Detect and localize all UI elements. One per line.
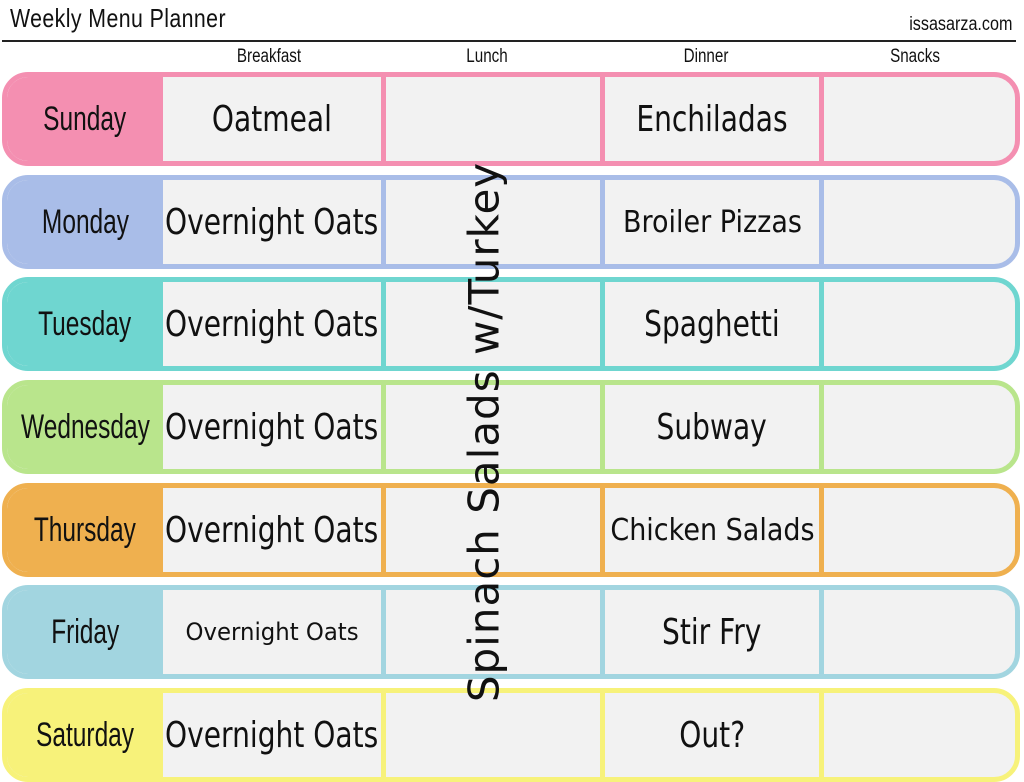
day-name: Friday xyxy=(50,612,120,651)
column-divider xyxy=(600,180,605,264)
column-divider xyxy=(819,180,824,264)
snacks-cell-tuesday[interactable] xyxy=(824,282,1015,366)
dinner-text: Subway xyxy=(656,406,768,448)
lunch-all-week-text: Spinach Salads w/Turkey xyxy=(459,161,509,703)
dinner-cell-wednesday[interactable]: Subway xyxy=(605,385,819,469)
day-name: Tuesday xyxy=(38,304,132,343)
day-label-friday: Friday xyxy=(7,590,163,674)
dinner-text: Out? xyxy=(679,714,745,756)
breakfast-cell-wednesday[interactable]: Overnight Oats xyxy=(163,385,381,469)
breakfast-cell-monday[interactable]: Overnight Oats xyxy=(163,180,381,264)
dinner-cell-thursday[interactable]: Chicken Salads xyxy=(605,488,819,572)
column-divider xyxy=(819,488,824,572)
column-divider xyxy=(381,77,386,161)
breakfast-text: Overnight Oats xyxy=(165,201,379,243)
snacks-cell-sunday[interactable] xyxy=(824,77,1015,161)
day-name: Saturday xyxy=(36,715,134,754)
dinner-cell-sunday[interactable]: Enchiladas xyxy=(605,77,819,161)
lunch-cell-saturday[interactable] xyxy=(386,693,600,777)
dinner-text: Enchiladas xyxy=(636,98,788,140)
breakfast-text: Overnight Oats xyxy=(165,406,379,448)
snacks-cell-thursday[interactable] xyxy=(824,488,1015,572)
breakfast-cell-friday[interactable]: Overnight Oats xyxy=(163,590,381,674)
column-divider xyxy=(600,385,605,469)
breakfast-text: Overnight Oats xyxy=(165,303,379,345)
day-name: Monday xyxy=(41,202,129,241)
day-name: Thursday xyxy=(33,510,137,549)
day-label-saturday: Saturday xyxy=(7,693,163,777)
day-label-sunday: Sunday xyxy=(7,77,163,161)
column-divider xyxy=(819,77,824,161)
day-row-saturday: Saturday Overnight Oats Out? xyxy=(2,688,1020,782)
day-label-wednesday: Wednesday xyxy=(7,385,163,469)
day-name: Sunday xyxy=(43,99,127,138)
day-row-thursday: Thursday Overnight Oats Chicken Salads xyxy=(2,483,1020,577)
column-divider xyxy=(381,590,386,674)
website-label: issasarza.com xyxy=(908,14,1012,35)
dinner-text: Broiler Pizzas xyxy=(622,204,802,240)
column-divider xyxy=(381,180,386,264)
column-divider xyxy=(600,488,605,572)
planner-title: Weekly Menu Planner xyxy=(10,3,226,33)
header-divider xyxy=(2,40,1016,42)
dinner-text: Chicken Salads xyxy=(609,512,815,548)
snacks-cell-friday[interactable] xyxy=(824,590,1015,674)
dinner-cell-saturday[interactable]: Out? xyxy=(605,693,819,777)
dinner-cell-tuesday[interactable]: Spaghetti xyxy=(605,282,819,366)
column-divider xyxy=(600,590,605,674)
dinner-cell-friday[interactable]: Stir Fry xyxy=(605,590,819,674)
column-divider xyxy=(381,385,386,469)
day-row-sunday: Sunday Oatmeal Enchiladas xyxy=(2,72,1020,166)
snacks-cell-saturday[interactable] xyxy=(824,693,1015,777)
column-header-lunch: Lunch xyxy=(466,46,508,67)
dinner-text: Stir Fry xyxy=(662,611,762,653)
snacks-cell-wednesday[interactable] xyxy=(824,385,1015,469)
column-divider xyxy=(381,488,386,572)
breakfast-cell-saturday[interactable]: Overnight Oats xyxy=(163,693,381,777)
column-divider xyxy=(819,693,824,777)
day-name: Wednesday xyxy=(20,407,150,446)
column-divider xyxy=(381,282,386,366)
breakfast-text: Overnight Oats xyxy=(165,714,379,756)
breakfast-cell-thursday[interactable]: Overnight Oats xyxy=(163,488,381,572)
column-divider xyxy=(600,282,605,366)
column-header-breakfast: Breakfast xyxy=(236,46,302,67)
column-divider xyxy=(819,282,824,366)
day-row-monday: Monday Overnight Oats Broiler Pizzas xyxy=(2,175,1020,269)
column-divider xyxy=(600,693,605,777)
column-divider xyxy=(819,590,824,674)
day-row-friday: Friday Overnight Oats Stir Fry xyxy=(2,585,1020,679)
lunch-cell-sunday[interactable] xyxy=(386,77,600,161)
column-divider xyxy=(600,77,605,161)
day-row-tuesday: Tuesday Overnight Oats Spaghetti xyxy=(2,277,1020,371)
day-label-tuesday: Tuesday xyxy=(7,282,163,366)
column-header-dinner: Dinner xyxy=(683,46,729,67)
column-divider xyxy=(819,385,824,469)
breakfast-text: Overnight Oats xyxy=(185,618,359,646)
breakfast-cell-sunday[interactable]: Oatmeal xyxy=(163,77,381,161)
column-divider xyxy=(381,693,386,777)
dinner-cell-monday[interactable]: Broiler Pizzas xyxy=(605,180,819,264)
day-label-thursday: Thursday xyxy=(7,488,163,572)
breakfast-text: Oatmeal xyxy=(212,98,332,140)
snacks-cell-monday[interactable] xyxy=(824,180,1015,264)
dinner-text: Spaghetti xyxy=(644,303,780,345)
column-header-snacks: Snacks xyxy=(890,46,940,67)
day-row-wednesday: Wednesday Overnight Oats Subway xyxy=(2,380,1020,474)
day-label-monday: Monday xyxy=(7,180,163,264)
breakfast-cell-tuesday[interactable]: Overnight Oats xyxy=(163,282,381,366)
breakfast-text: Overnight Oats xyxy=(165,509,379,551)
